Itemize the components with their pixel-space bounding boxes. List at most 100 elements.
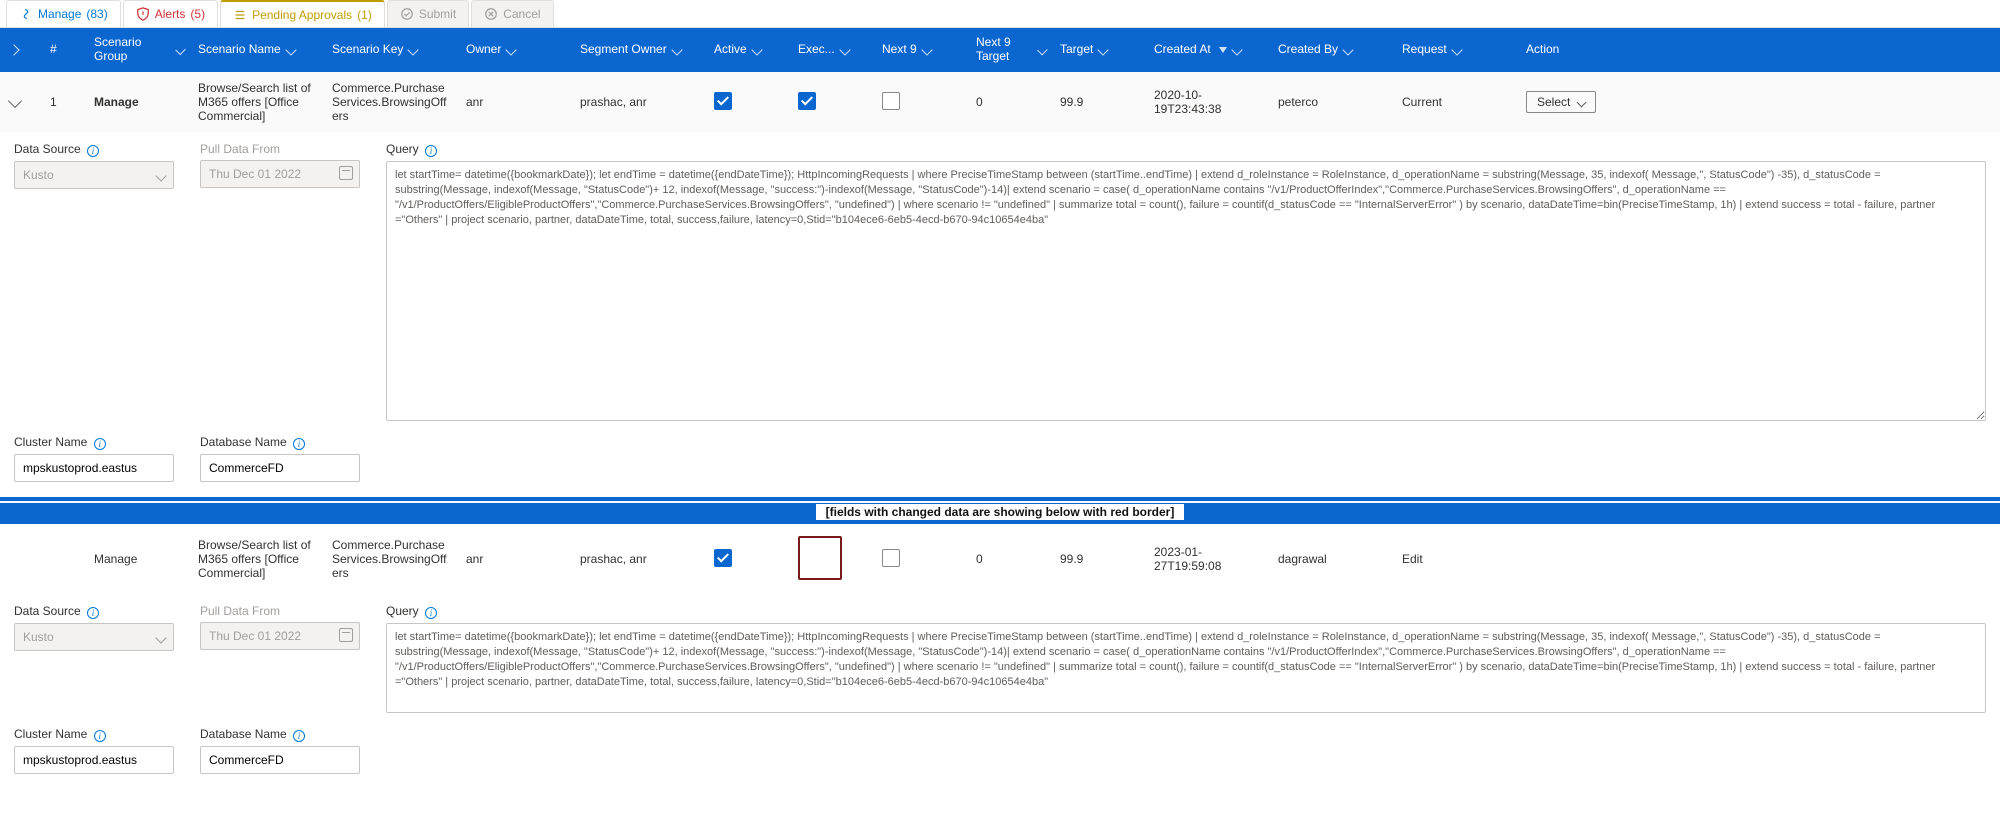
info-icon[interactable]: i (87, 145, 99, 157)
row-expand-toggle[interactable] (10, 95, 36, 109)
col-request-label: Request (1402, 43, 1447, 57)
db-label-text: Database Name (200, 435, 287, 449)
pull-data-label: Pull Data From (200, 142, 360, 156)
chevron-down-icon (839, 44, 850, 55)
info-icon[interactable]: i (425, 607, 437, 619)
col-target[interactable]: Target (1060, 43, 1140, 57)
info-icon[interactable]: i (94, 730, 106, 742)
cluster-label: Cluster Name i (14, 727, 174, 742)
check-circle-icon (400, 7, 414, 21)
cluster-input[interactable] (14, 746, 174, 774)
tab-manage[interactable]: Manage (83) (6, 0, 121, 27)
cell-scenario-key: Commerce.PurchaseServices.BrowsingOffers (332, 538, 452, 580)
tab-pending[interactable]: Pending Approvals (1) (220, 0, 385, 27)
cell-target: 99.9 (1060, 95, 1140, 109)
tab-bar: Manage (83) Alerts (5) Pending Approvals… (0, 0, 2000, 28)
tab-pending-count: (1) (357, 8, 372, 22)
changed-fields-separator-text: [fields with changed data are showing be… (816, 504, 1185, 520)
chevron-down-icon (671, 44, 682, 55)
pull-data-datepicker[interactable] (200, 622, 360, 650)
chevron-down-icon (1231, 44, 1242, 55)
checkbox-checked-icon (798, 92, 816, 110)
cell-active[interactable] (714, 549, 784, 570)
select-button-label: Select (1537, 95, 1570, 109)
cell-next9[interactable] (882, 549, 962, 570)
pull-data-datepicker[interactable] (200, 160, 360, 188)
chevron-down-icon (1342, 44, 1353, 55)
query-textarea[interactable]: let startTime= datetime({bookmarkDate});… (386, 623, 1986, 713)
chevron-right-icon (8, 44, 19, 55)
col-scenario-key[interactable]: Scenario Key (332, 43, 452, 57)
list-icon (233, 8, 247, 22)
col-segment-owner[interactable]: Segment Owner (580, 43, 700, 57)
chevron-down-icon (8, 94, 22, 108)
query-label-text: Query (386, 142, 419, 156)
tab-manage-count: (83) (86, 7, 107, 21)
tab-pending-label: Pending Approvals (252, 8, 352, 22)
data-source-value[interactable] (14, 623, 174, 651)
col-next9-target[interactable]: Next 9 Target (976, 36, 1046, 64)
pull-data-value[interactable] (200, 160, 360, 188)
data-source-label-text: Data Source (14, 604, 81, 618)
col-request[interactable]: Request (1402, 43, 1512, 57)
data-source-select[interactable] (14, 161, 174, 189)
tab-submit: Submit (387, 0, 469, 27)
cell-exec-changed[interactable] (798, 536, 868, 583)
query-textarea[interactable]: let startTime= datetime({bookmarkDate});… (386, 161, 1986, 421)
info-icon[interactable]: i (87, 607, 99, 619)
db-input[interactable] (200, 454, 360, 482)
cell-scenario-name: Browse/Search list of M365 offers [Offic… (198, 81, 318, 123)
col-action: Action (1526, 43, 1990, 57)
col-owner[interactable]: Owner (466, 43, 566, 57)
data-source-value[interactable] (14, 161, 174, 189)
cluster-label: Cluster Name i (14, 435, 174, 450)
cell-created-by: peterco (1278, 95, 1388, 109)
query-label: Query i (386, 604, 1986, 619)
col-next9-label: Next 9 (882, 43, 917, 57)
cluster-label-text: Cluster Name (14, 435, 87, 449)
col-created-by[interactable]: Created By (1278, 43, 1388, 57)
pull-data-value[interactable] (200, 622, 360, 650)
chevron-down-icon (1451, 44, 1462, 55)
chevron-down-icon (921, 44, 932, 55)
cell-exec[interactable] (798, 92, 868, 113)
checkbox-icon (882, 92, 900, 110)
cluster-label-text: Cluster Name (14, 727, 87, 741)
data-source-select[interactable] (14, 623, 174, 651)
col-scenario-name[interactable]: Scenario Name (198, 43, 318, 57)
data-source-label: Data Source i (14, 142, 174, 157)
data-source-label-text: Data Source (14, 142, 81, 156)
col-next9[interactable]: Next 9 (882, 43, 962, 57)
cell-scenario-group: Manage (94, 552, 184, 566)
info-icon[interactable]: i (94, 438, 106, 450)
cell-action: Select (1526, 91, 1990, 113)
db-input[interactable] (200, 746, 360, 774)
cell-created-by: dagrawal (1278, 552, 1388, 566)
col-action-label: Action (1526, 43, 1559, 57)
tab-alerts[interactable]: Alerts (5) (123, 0, 218, 27)
col-scenario-group[interactable]: Scenario Group (94, 36, 184, 64)
select-button[interactable]: Select (1526, 91, 1596, 113)
col-created-at-label: Created At (1154, 43, 1211, 57)
info-icon[interactable]: i (425, 145, 437, 157)
chevron-down-icon (751, 44, 762, 55)
cell-next9-target: 0 (976, 552, 1046, 566)
cell-segment-owner: prashac, anr (580, 552, 700, 566)
col-expand[interactable] (10, 46, 36, 54)
col-exec[interactable]: Exec... (798, 43, 868, 57)
info-icon[interactable]: i (293, 730, 305, 742)
cell-next9[interactable] (882, 92, 962, 113)
info-icon[interactable]: i (293, 438, 305, 450)
cell-active[interactable] (714, 92, 784, 113)
chevron-down-icon (408, 44, 419, 55)
col-num[interactable]: # (50, 43, 80, 57)
cluster-input[interactable] (14, 454, 174, 482)
col-active[interactable]: Active (714, 43, 784, 57)
pull-data-label: Pull Data From (200, 604, 360, 618)
chevron-down-icon (506, 44, 517, 55)
col-created-at[interactable]: Created At (1154, 43, 1264, 57)
col-num-label: # (50, 43, 57, 57)
checkbox-checked-icon (714, 549, 732, 567)
cell-request: Current (1402, 95, 1512, 109)
checkbox-changed-icon (798, 536, 842, 580)
